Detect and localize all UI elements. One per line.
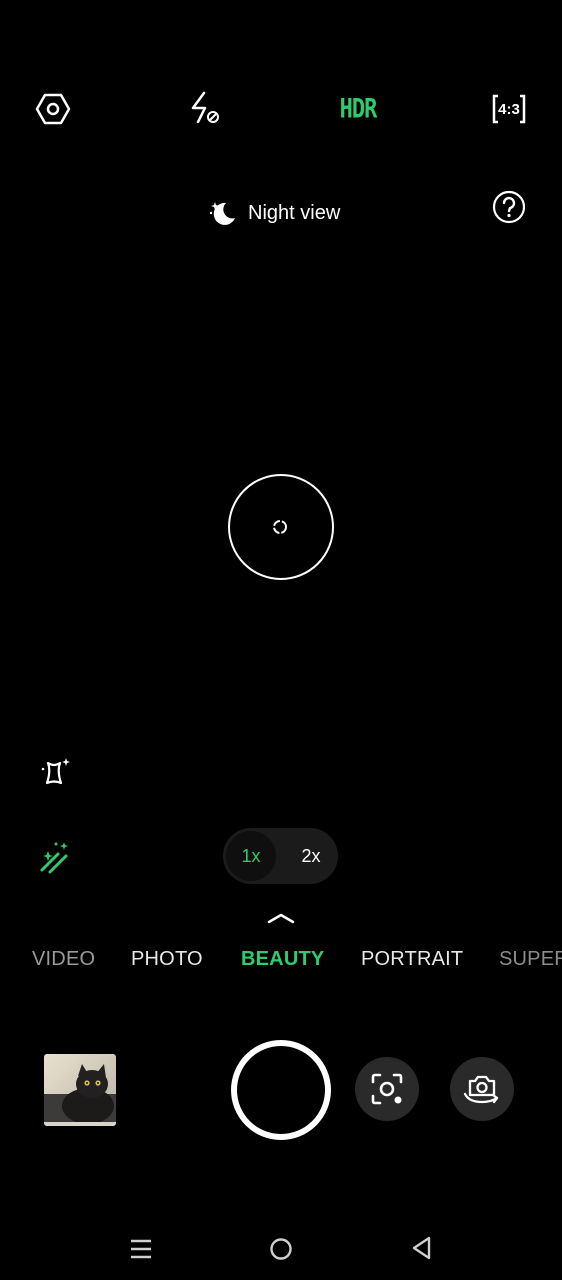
mode-photo[interactable]: PHOTO	[131, 948, 203, 971]
mode-portrait[interactable]: PORTRAIT	[361, 948, 463, 971]
shutter-button[interactable]	[231, 1040, 331, 1140]
gallery-thumbnail[interactable]	[44, 1054, 116, 1126]
hdr-toggle[interactable]: HDR	[336, 90, 380, 128]
zoom-1x-button[interactable]: 1x	[226, 831, 276, 881]
night-view-indicator[interactable]: Night view	[208, 196, 340, 230]
chevron-up-icon[interactable]	[266, 908, 296, 928]
settings-icon[interactable]	[34, 90, 72, 128]
lens-scan-button[interactable]	[355, 1057, 419, 1121]
help-icon[interactable]	[490, 188, 528, 226]
recent-apps-icon[interactable]	[128, 1236, 154, 1262]
beauty-magic-wand-icon[interactable]	[36, 838, 74, 876]
aspect-ratio-label: 4:3	[498, 100, 520, 118]
focus-center-icon	[271, 518, 289, 536]
camera-flip-icon	[463, 1075, 499, 1104]
camera-flip-button[interactable]	[450, 1057, 514, 1121]
night-view-label: Night view	[248, 201, 341, 224]
mode-super[interactable]: SUPER	[499, 948, 562, 971]
back-icon[interactable]	[408, 1234, 436, 1262]
flash-off-icon[interactable]	[186, 90, 224, 128]
moon-stars-icon	[209, 202, 235, 225]
aspect-ratio-button[interactable]: 4:3	[490, 90, 528, 128]
home-icon[interactable]	[268, 1236, 294, 1262]
mode-beauty[interactable]: BEAUTY	[241, 948, 324, 971]
zoom-2x-button[interactable]: 2x	[286, 831, 336, 881]
body-shape-icon[interactable]	[38, 755, 74, 791]
mode-selector: VIDEO PHOTO BEAUTY PORTRAIT SUPER	[0, 944, 562, 978]
mode-video[interactable]: VIDEO	[32, 948, 95, 971]
lens-scan-icon	[371, 1073, 403, 1105]
hdr-label: HDR	[339, 94, 378, 124]
